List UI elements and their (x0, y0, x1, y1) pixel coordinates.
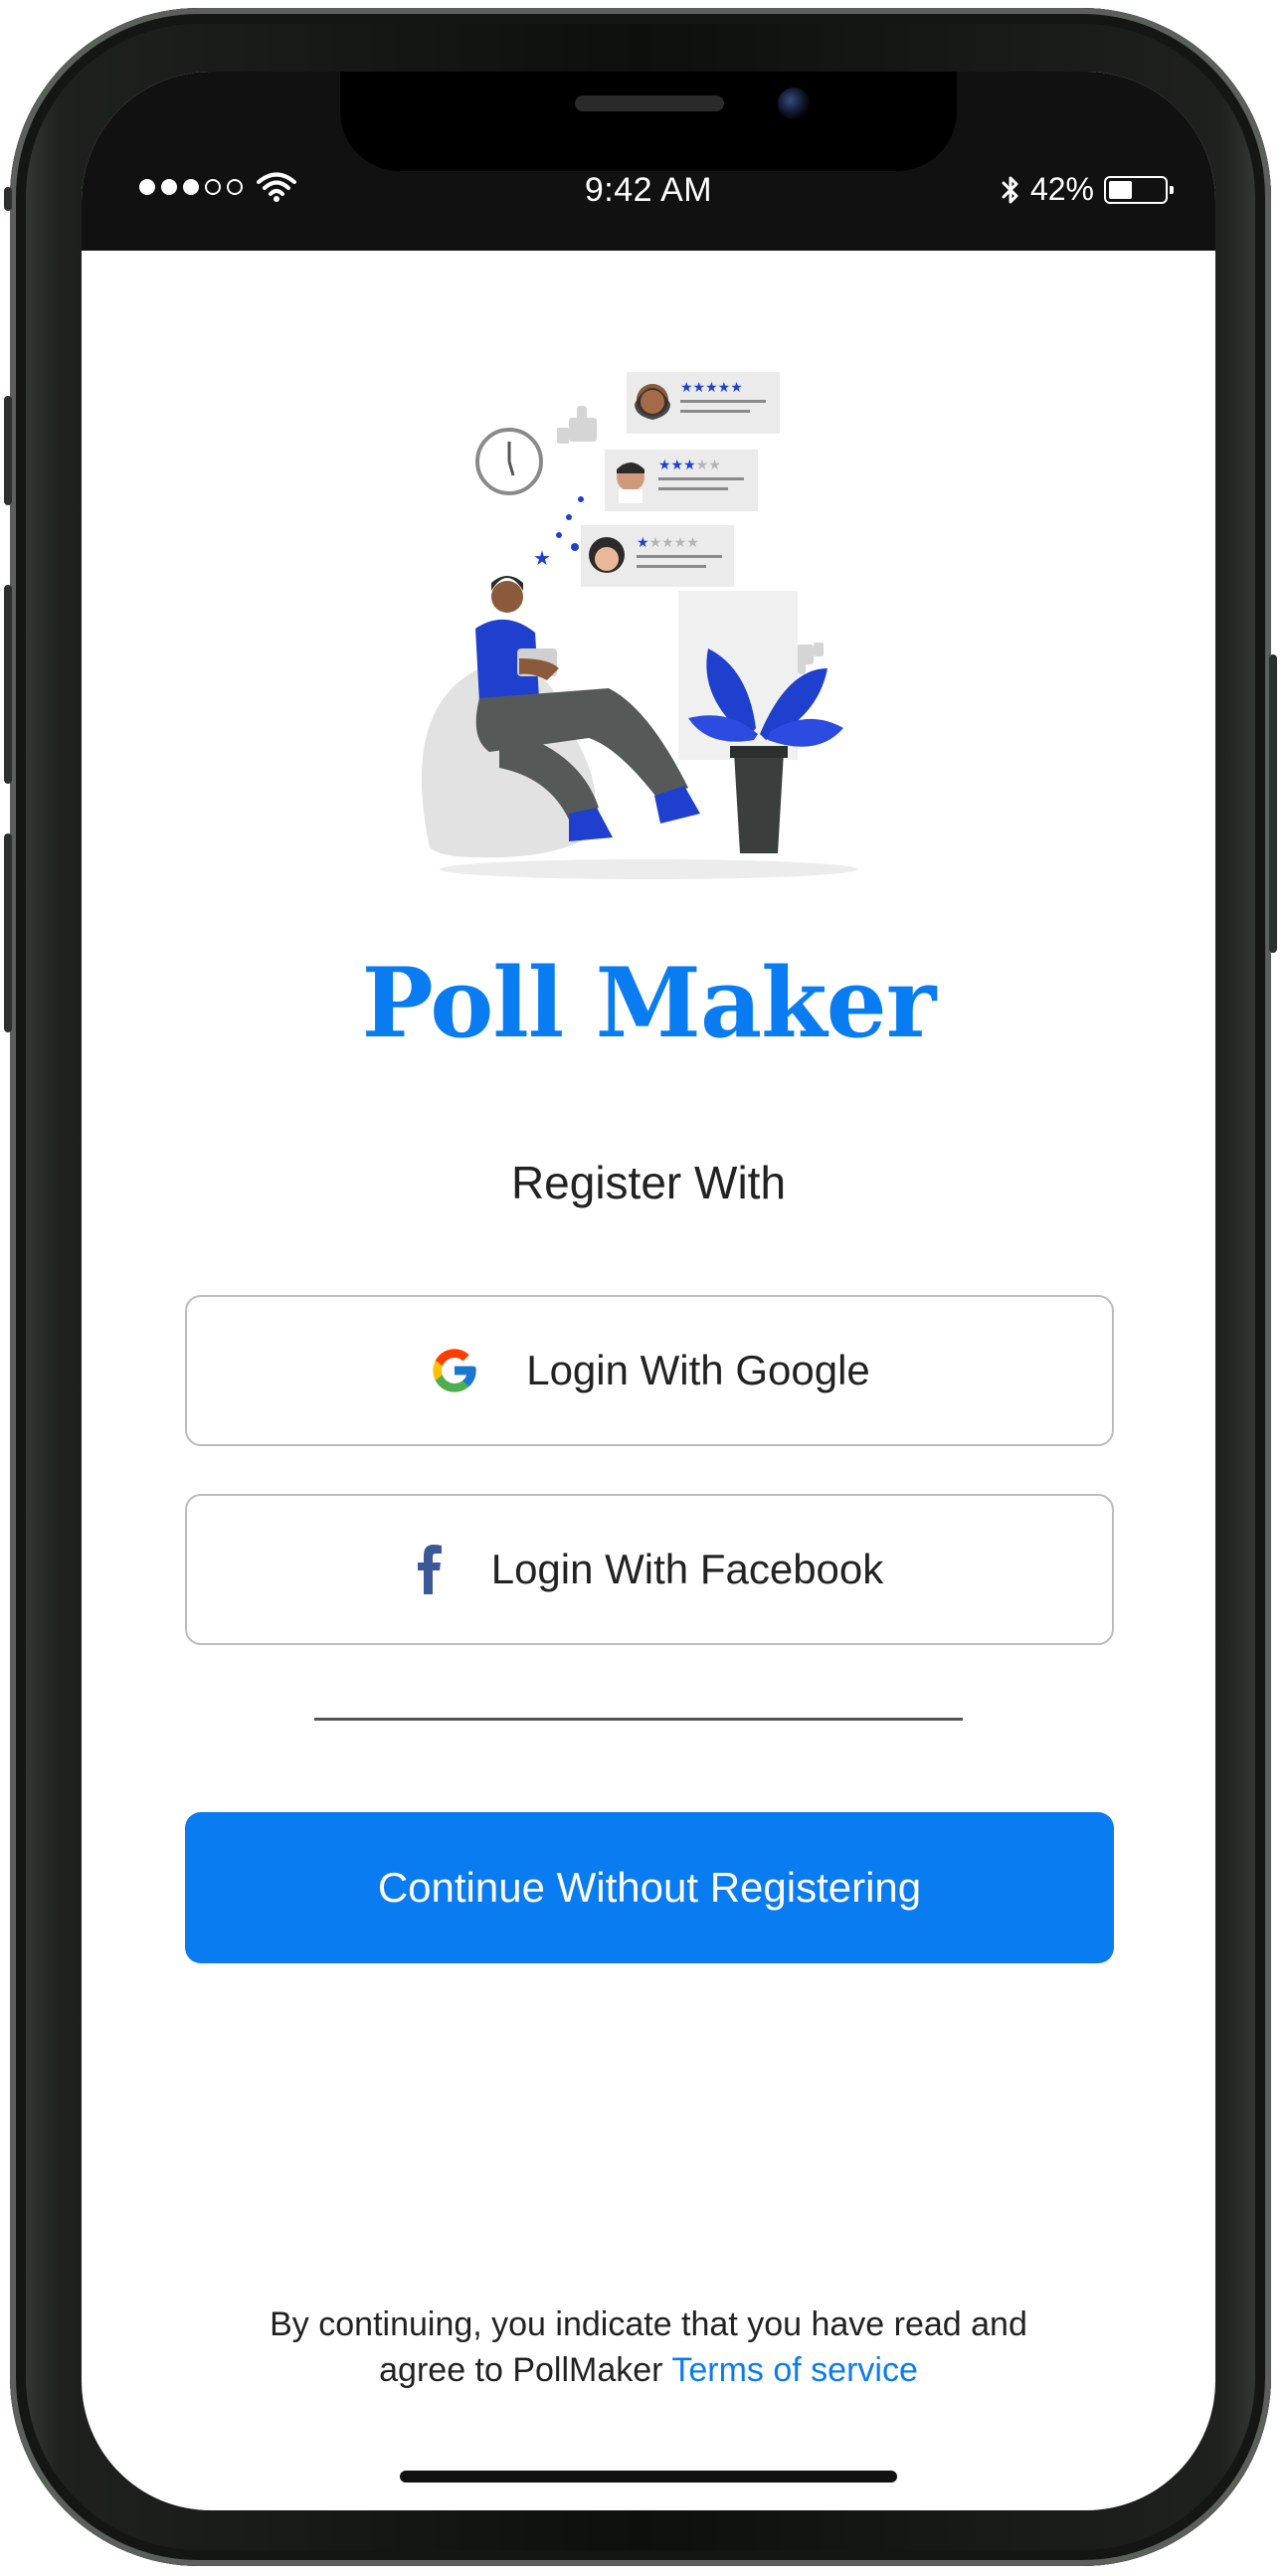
phone-frame: 9:42 AM 42% ★★★★★ ★★★★★ ★★★★★ ★ Poll Mak… (4, 8, 1277, 2566)
divider-line (314, 1718, 963, 1721)
status-bar: 9:42 AM 42% (82, 72, 1215, 251)
earpiece-speaker (575, 95, 724, 111)
login-with-google-button[interactable]: Login With Google (185, 1295, 1114, 1446)
side-button (4, 187, 12, 211)
app-title: Poll Maker (361, 947, 937, 1059)
thumbs-up-icon (557, 406, 597, 444)
volume-down-button (4, 585, 12, 784)
facebook-button-label: Login With Facebook (490, 1546, 884, 1592)
battery-icon (1104, 175, 1174, 204)
review-card-1-star: ★★★★★ (581, 525, 734, 587)
review-card-5-stars: ★★★★★ (627, 372, 780, 434)
volume-up-button (4, 396, 12, 505)
notch (340, 72, 957, 171)
mute-switch (4, 833, 12, 1032)
home-indicator[interactable] (400, 2471, 897, 2483)
google-icon (433, 1349, 476, 1392)
app-screen: 9:42 AM 42% ★★★★★ ★★★★★ ★★★★★ ★ Poll Mak… (82, 72, 1215, 2510)
floating-stars: ★ (533, 496, 584, 570)
ground-shadow (440, 859, 857, 879)
disclaimer-line-1: By continuing, you indicate that you hav… (270, 2305, 1027, 2343)
login-with-facebook-button[interactable]: Login With Facebook (185, 1494, 1114, 1645)
svg-text:★★★★★: ★★★★★ (637, 535, 699, 551)
continue-button-label: Continue Without Registering (377, 1864, 922, 1911)
svg-text:★: ★ (533, 546, 551, 570)
disclaimer-prefix: agree to PollMaker (379, 2351, 663, 2389)
hero-illustration: ★★★★★ ★★★★★ ★★★★★ ★ (421, 372, 857, 879)
terms-of-service-link[interactable]: Terms of service (671, 2351, 918, 2389)
facebook-icon (417, 1545, 442, 1594)
battery-fill (1109, 180, 1132, 199)
front-camera (778, 88, 810, 119)
battery-percent: 42% (1029, 171, 1094, 207)
svg-text:★★★★★: ★★★★★ (680, 380, 743, 396)
bluetooth-icon (1002, 176, 1018, 203)
register-with-heading: Register With (510, 1157, 787, 1208)
google-button-label: Login With Google (526, 1347, 870, 1393)
clock-icon (475, 428, 543, 495)
continue-without-registering-button[interactable]: Continue Without Registering (185, 1812, 1114, 1963)
terms-disclaimer: By continuing, you indicate that you hav… (82, 2301, 1215, 2393)
status-right-group: 42% (1001, 171, 1174, 208)
review-card-3-stars: ★★★★★ (605, 450, 758, 511)
power-button (1269, 654, 1277, 953)
disclaimer-line-2: agree to PollMaker Terms of service (82, 2347, 1215, 2393)
svg-text:★★★★★: ★★★★★ (658, 458, 721, 473)
battery-cap (1170, 185, 1174, 194)
